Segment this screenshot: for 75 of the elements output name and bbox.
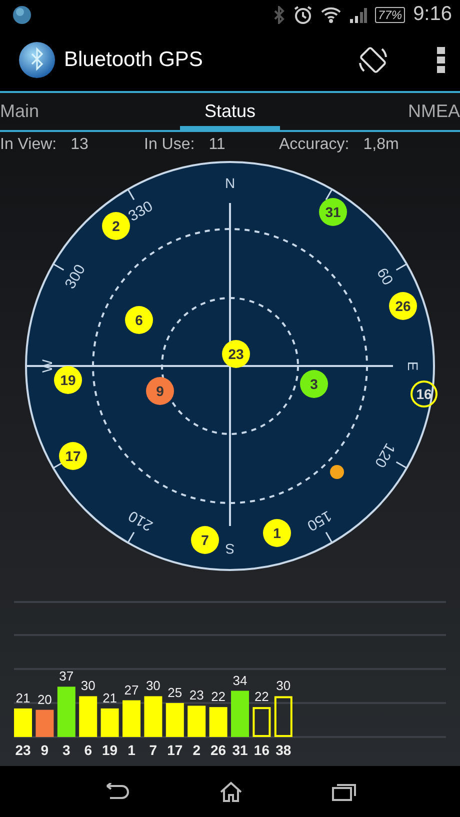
- globe-icon: [12, 4, 32, 25]
- satellite-label: 1: [128, 742, 136, 758]
- bar-value-label: 37: [59, 669, 74, 684]
- battery-indicator: 77%: [375, 6, 406, 23]
- degree-label: 60: [373, 266, 396, 289]
- satellite-label: 26: [210, 742, 226, 758]
- tick-mark: [396, 462, 408, 470]
- tab[interactable]: NMEA: [408, 93, 460, 130]
- bar-value-label: 23: [189, 688, 204, 704]
- bar-value-label: 30: [80, 678, 96, 694]
- tab[interactable]: Main: [0, 93, 40, 130]
- bar-value-label: 20: [37, 692, 52, 708]
- summary-value: 13: [70, 136, 88, 154]
- bar-value-label: 22: [254, 690, 269, 705]
- satellite-marker: 23: [222, 340, 250, 368]
- satellite-marker: 19: [54, 366, 82, 394]
- tick-mark: [127, 532, 135, 544]
- tick-mark: [325, 532, 333, 544]
- satellite-label: 38: [276, 742, 292, 758]
- signal-icon: [349, 6, 368, 23]
- satellite-marker: 3: [300, 370, 328, 398]
- summary-label: In View:: [0, 136, 57, 154]
- tick-mark: [325, 189, 333, 201]
- satellite-marker: 2: [102, 212, 130, 240]
- bar-value-label: 22: [211, 690, 226, 705]
- back-icon[interactable]: [104, 782, 130, 801]
- satellite-label: 17: [167, 742, 183, 758]
- satellite-marker: 6: [125, 306, 153, 334]
- satellite-label: 7: [149, 742, 158, 758]
- degree-label: 300: [62, 262, 90, 292]
- satellite-marker: 1: [263, 519, 291, 548]
- satellite-label: 6: [84, 742, 92, 758]
- app-logo-icon[interactable]: [18, 41, 56, 80]
- recent-apps-icon[interactable]: [332, 782, 356, 801]
- summary-label: In Use:: [144, 136, 195, 154]
- home-icon[interactable]: [218, 780, 243, 803]
- bar-value-label: 30: [146, 678, 160, 694]
- satellite-marker: 26: [389, 292, 417, 320]
- satellite-marker: 7: [191, 526, 219, 554]
- compass-label: E: [405, 362, 421, 372]
- tick-mark: [127, 189, 135, 201]
- wifi-icon: [321, 6, 342, 24]
- bar-value-label: 30: [276, 678, 291, 694]
- summary-value: 11: [208, 136, 226, 154]
- satellite-label: 16: [254, 742, 270, 758]
- satellite-marker: 17: [59, 442, 87, 470]
- overflow-menu-icon[interactable]: [436, 46, 446, 74]
- satellite-marker: 31: [319, 198, 347, 226]
- tab[interactable]: Status: [180, 93, 280, 130]
- satellite-marker: 16: [410, 380, 438, 408]
- satellite-marker: 9: [146, 377, 174, 406]
- satellite-label: 2: [192, 742, 200, 758]
- tick-mark: [396, 264, 408, 272]
- bluetooth-icon: [273, 6, 286, 24]
- bar-value-label: 34: [232, 673, 248, 688]
- bar-value-label: 27: [124, 682, 139, 698]
- summary-value: 1,8m: [363, 136, 399, 154]
- summary-label: Accuracy:: [279, 136, 350, 154]
- satellite-label: 19: [102, 742, 118, 758]
- bar-value-label: 21: [16, 690, 30, 706]
- alarm-clock-icon: [293, 4, 314, 25]
- bar-value-label: 25: [168, 685, 182, 700]
- degree-label: 120: [370, 440, 398, 471]
- satellite-label: 31: [232, 742, 248, 758]
- tick-mark: [52, 264, 64, 272]
- satellite-label: 3: [62, 742, 70, 758]
- bar-value-label: 21: [102, 690, 118, 706]
- degree-label: 150: [304, 507, 334, 535]
- clock-time: 9:16: [413, 3, 452, 26]
- compass-label: S: [225, 541, 235, 558]
- compass-label: N: [224, 175, 236, 192]
- degree-label: 210: [126, 507, 156, 535]
- app-title: Bluetooth GPS: [64, 48, 204, 72]
- satellite-label: 9: [40, 742, 49, 758]
- satellite-label: 23: [15, 742, 31, 758]
